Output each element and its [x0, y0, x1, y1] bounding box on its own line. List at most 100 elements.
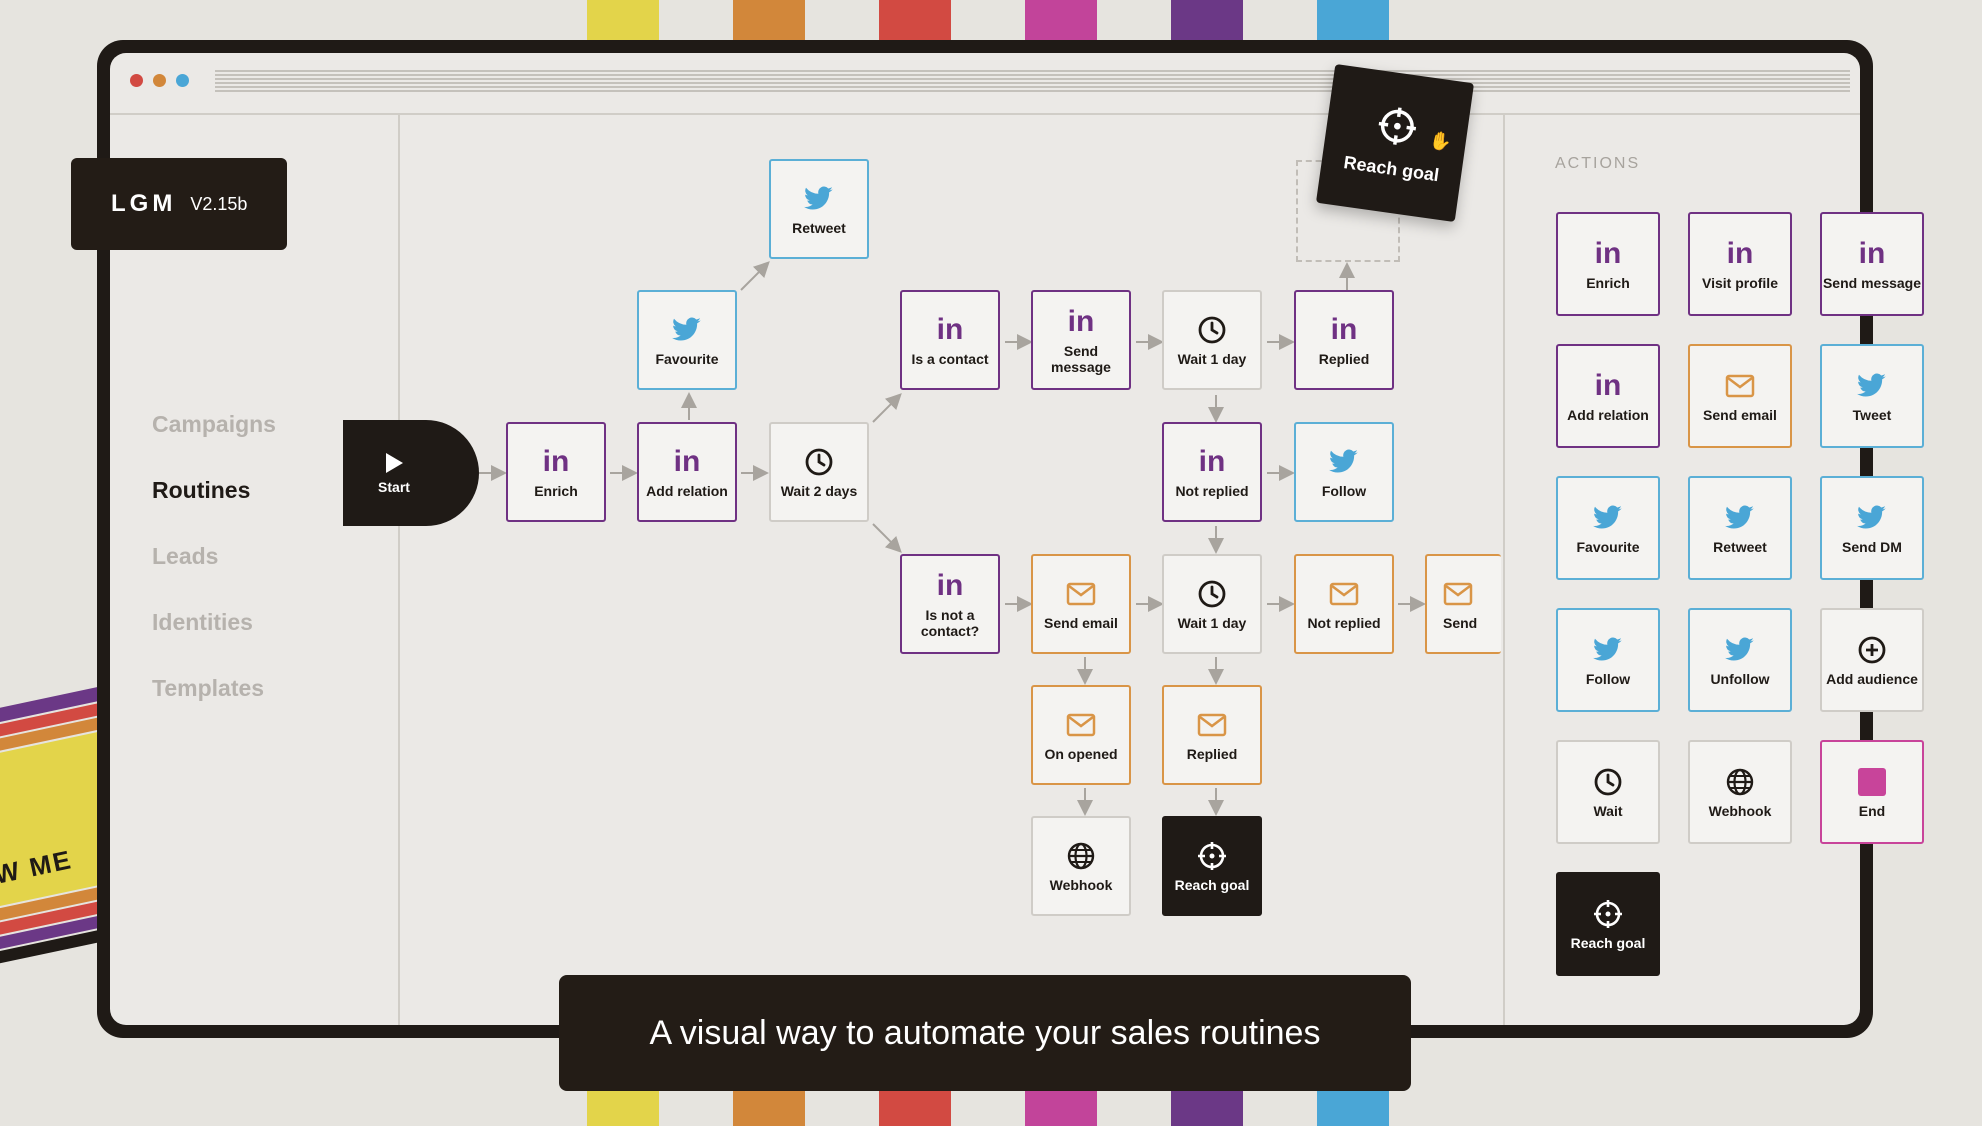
flow-node-label: Send message — [1051, 343, 1111, 375]
flow-node-retweet[interactable]: Retweet — [769, 159, 869, 259]
twitter-icon — [1857, 369, 1887, 403]
flow-node-webhook[interactable]: Webhook — [1031, 816, 1131, 916]
play-icon — [386, 453, 403, 473]
flow-node-is-not-a-contact[interactable]: in Is not a contact? — [900, 554, 1000, 654]
twitter-icon — [1593, 633, 1623, 667]
flow-node-label: On opened — [1044, 746, 1118, 762]
flow-node-label: Not replied — [1175, 483, 1249, 499]
stop-square-icon — [1857, 765, 1887, 799]
action-wait[interactable]: Wait — [1556, 740, 1660, 844]
actions-title: ACTIONS — [1555, 155, 1641, 172]
action-send-email[interactable]: Send email — [1688, 344, 1792, 448]
linkedin-icon: in — [936, 569, 964, 602]
flow-node-label: Send — [1443, 615, 1478, 631]
tagline-banner: A visual way to automate your sales rout… — [559, 975, 1411, 1091]
mail-icon — [1197, 708, 1227, 742]
mail-icon — [1066, 577, 1096, 611]
globe-icon — [1725, 765, 1755, 799]
flow-node-is-a-contact[interactable]: in Is a contact — [900, 290, 1000, 390]
flow-node-wait-1-day[interactable]: Wait 1 day — [1162, 554, 1262, 654]
flow-node-label: Add relation — [646, 483, 728, 499]
action-label: Send DM — [1842, 539, 1902, 555]
flow-node-not-replied[interactable]: Not replied — [1294, 554, 1394, 654]
flow-node-enrich[interactable]: in Enrich — [506, 422, 606, 522]
flow-node-label: Replied — [1186, 746, 1238, 762]
action-end[interactable]: End — [1820, 740, 1924, 844]
flow-node-replied[interactable]: in Replied — [1294, 290, 1394, 390]
flow-node-label: Wait 1 day — [1177, 615, 1247, 631]
flow-node-label: Favourite — [655, 351, 719, 367]
flow-node-on-opened[interactable]: On opened — [1031, 685, 1131, 785]
action-add-relation[interactable]: in Add relation — [1556, 344, 1660, 448]
action-send-dm[interactable]: Send DM — [1820, 476, 1924, 580]
action-label: Send message — [1822, 275, 1922, 291]
action-label: Unfollow — [1710, 671, 1770, 687]
flow-node-send-email[interactable]: Send email — [1031, 554, 1131, 654]
linkedin-icon: in — [542, 445, 570, 478]
action-label: Follow — [1585, 671, 1631, 687]
flow-node-follow[interactable]: Follow — [1294, 422, 1394, 522]
flow-node-wait-2-days[interactable]: Wait 2 days — [769, 422, 869, 522]
flow-node-label: Webhook — [1049, 877, 1113, 893]
action-label: Favourite — [1576, 539, 1640, 555]
linkedin-icon: in — [1594, 237, 1622, 270]
start-node[interactable]: Start — [343, 420, 479, 526]
plus-circle-icon — [1857, 633, 1887, 667]
twitter-icon — [1725, 633, 1755, 667]
action-unfollow[interactable]: Unfollow — [1688, 608, 1792, 712]
action-label: Enrich — [1586, 275, 1630, 291]
dragging-label: Reach goal — [1342, 152, 1441, 186]
linkedin-icon: in — [1726, 237, 1754, 270]
flow-node-label: Retweet — [792, 220, 846, 236]
dragging-reach-goal-card[interactable]: Reach goal ✋ — [1315, 63, 1475, 223]
action-label: Retweet — [1713, 539, 1767, 555]
flow-node-wait-1-day[interactable]: Wait 1 day — [1162, 290, 1262, 390]
flow-node-label: Send email — [1044, 615, 1118, 631]
action-label: Reach goal — [1570, 935, 1646, 951]
twitter-icon — [672, 313, 702, 347]
flow-node-favourite[interactable]: Favourite — [637, 290, 737, 390]
flow-node-replied[interactable]: Replied — [1162, 685, 1262, 785]
flow-node-label: Wait 1 day — [1177, 351, 1247, 367]
action-favourite[interactable]: Favourite — [1556, 476, 1660, 580]
action-enrich[interactable]: in Enrich — [1556, 212, 1660, 316]
action-label: End — [1858, 803, 1886, 819]
action-retweet[interactable]: Retweet — [1688, 476, 1792, 580]
clock-icon — [1197, 577, 1227, 611]
clock-icon — [1593, 765, 1623, 799]
flow-node-add-relation[interactable]: in Add relation — [637, 422, 737, 522]
flow-node-send-message[interactable]: in Send message — [1031, 290, 1131, 390]
mail-icon — [1066, 708, 1096, 742]
action-reach-goal[interactable]: Reach goal — [1556, 872, 1660, 976]
flow-node-label: Not replied — [1307, 615, 1381, 631]
start-label: Start — [378, 479, 410, 495]
action-send-message[interactable]: in Send message — [1820, 212, 1924, 316]
flow-node-not-replied[interactable]: in Not replied — [1162, 422, 1262, 522]
flow-node-send[interactable]: Send — [1425, 554, 1501, 654]
flow-node-label: Is a contact — [911, 351, 989, 367]
clock-icon — [1197, 313, 1227, 347]
action-visit-profile[interactable]: in Visit profile — [1688, 212, 1792, 316]
target-icon — [1197, 839, 1227, 873]
linkedin-icon: in — [673, 445, 701, 478]
action-label: Wait — [1593, 803, 1623, 819]
action-add-audience[interactable]: Add audience — [1820, 608, 1924, 712]
twitter-icon — [1725, 501, 1755, 535]
twitter-icon — [1329, 445, 1359, 479]
clock-icon — [804, 445, 834, 479]
linkedin-icon: in — [1330, 313, 1358, 346]
linkedin-icon: in — [1067, 305, 1095, 338]
grab-hand-icon: ✋ — [1427, 129, 1453, 153]
flow-node-label: Wait 2 days — [780, 483, 858, 499]
action-follow[interactable]: Follow — [1556, 608, 1660, 712]
mail-icon — [1329, 577, 1359, 611]
flow-node-label: Replied — [1318, 351, 1370, 367]
linkedin-icon: in — [1594, 369, 1622, 402]
globe-icon — [1066, 839, 1096, 873]
twitter-icon — [1857, 501, 1887, 535]
action-webhook[interactable]: Webhook — [1688, 740, 1792, 844]
target-icon — [1593, 897, 1623, 931]
linkedin-icon: in — [936, 313, 964, 346]
flow-node-reach-goal[interactable]: Reach goal — [1162, 816, 1262, 916]
action-tweet[interactable]: Tweet — [1820, 344, 1924, 448]
